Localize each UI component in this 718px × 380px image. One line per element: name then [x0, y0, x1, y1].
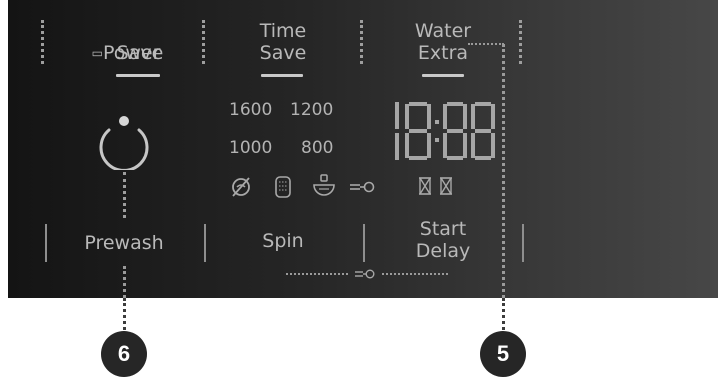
power-dial-icon[interactable]: [94, 110, 154, 170]
divider: [522, 224, 524, 262]
no-spin-icon: [232, 177, 250, 197]
power-save-button[interactable]: ▭Power Save: [56, 20, 196, 78]
child-lock-dots: [382, 273, 448, 275]
time-save-indicator: [261, 74, 303, 77]
control-panel: ▭Power Save Time Save Water Extra 1600 1…: [8, 0, 718, 298]
spin-speed-1000: 1000: [229, 138, 273, 158]
start-delay-button[interactable]: Start Delay: [376, 218, 510, 266]
child-lock-icon: [355, 269, 375, 279]
divider-dots: [360, 20, 363, 64]
time-save-button[interactable]: Time Save: [228, 20, 338, 78]
water-extra-line2: Extra: [417, 42, 469, 64]
water-extra-button[interactable]: Water Extra: [388, 20, 498, 78]
time-save-line2: Save: [259, 42, 307, 64]
time-display: 18:88: [383, 100, 495, 162]
seven-segment-digits: [395, 102, 495, 160]
divider: [45, 224, 47, 262]
divider: [363, 224, 365, 262]
prewash-button[interactable]: Prewash: [58, 232, 190, 254]
prewash-leader: [123, 298, 126, 330]
spin-speed-1600: 1600: [229, 100, 273, 120]
power-save-indicator: [116, 74, 160, 77]
drum-icon: [275, 176, 291, 198]
divider-dots: [41, 20, 44, 64]
spin-speed-1200: 1200: [290, 100, 334, 120]
start-delay-line1: Start: [419, 218, 467, 240]
hourglass-icon: [440, 177, 452, 195]
divider: [204, 224, 206, 262]
spin-button[interactable]: Spin: [218, 230, 348, 252]
start-delay-line2: Delay: [415, 240, 471, 262]
water-extra-line1: Water: [414, 20, 472, 42]
water-extra-pointer-dots: [468, 43, 504, 45]
callout-5: 5: [480, 331, 526, 377]
prewash-link-dots: [123, 172, 126, 218]
water-extra-leader-in-panel: [502, 44, 505, 298]
water-extra-indicator: [422, 74, 464, 77]
child-lock-icon: [350, 181, 375, 193]
prewash-leader-in-panel: [123, 266, 126, 298]
power-save-line2: Save: [116, 42, 164, 64]
time-save-line1: Time: [259, 20, 307, 42]
spin-speed-800: 800: [301, 138, 334, 158]
child-lock-dots: [286, 273, 348, 275]
rinse-hold-icon: [313, 174, 335, 196]
water-extra-leader: [502, 298, 505, 330]
callout-6: 6: [101, 331, 147, 377]
divider-dots: [519, 20, 522, 64]
hourglass-icon: [419, 177, 431, 195]
